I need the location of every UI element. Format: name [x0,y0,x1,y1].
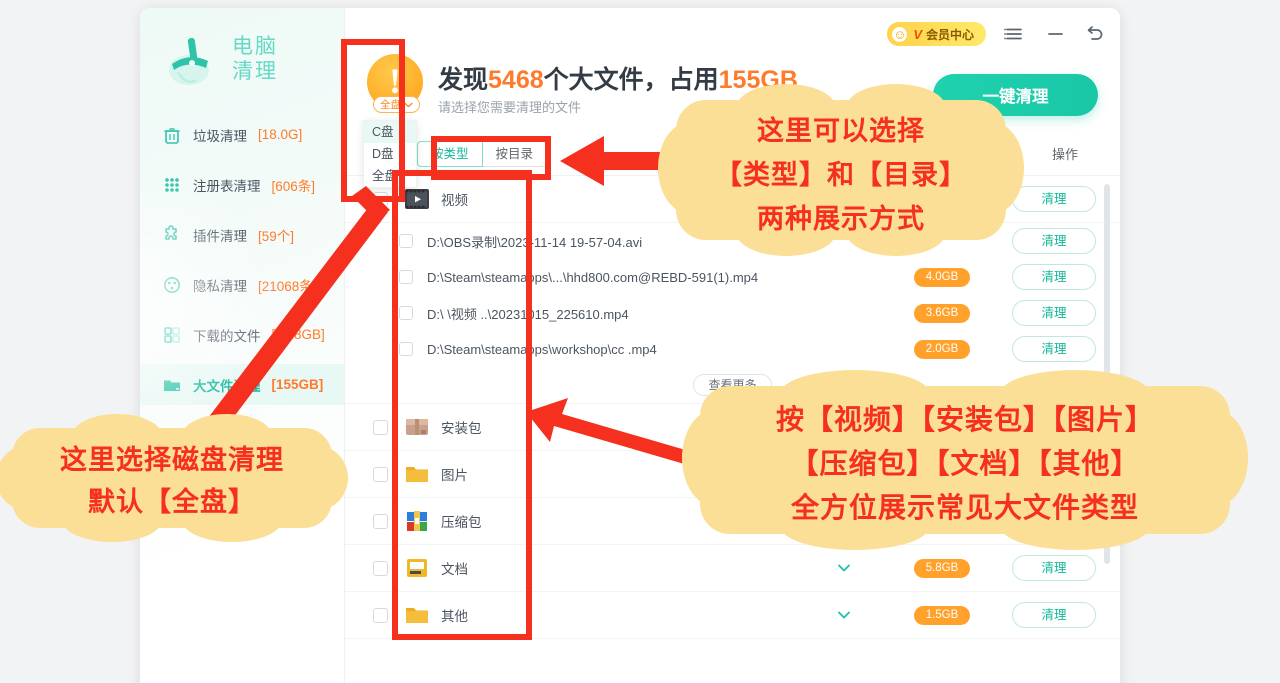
row-clean-button[interactable]: 清理 [1012,602,1096,628]
brand: 电脑 清理 [140,8,344,88]
sidebar-item-label: 垃圾清理 [193,125,247,145]
row-clean-button[interactable]: 清理 [1012,264,1096,290]
sidebar-item-count: [18.0G] [258,127,302,142]
file-size-badge: 2.0GB [914,340,970,359]
row-clean-button[interactable]: 清理 [1012,228,1096,254]
trash-icon [162,125,182,145]
row-checkbox[interactable] [373,608,388,623]
callout-top-line-1: 这里可以选择 [676,110,1006,154]
vip-v-label: V [913,27,922,42]
callout-bottom-line-2: 【压缩包】【文档】【其他】 [700,442,1230,486]
file-size-badge: 4.0GB [914,268,970,287]
undo-icon[interactable] [1084,24,1106,44]
title-prefix: 发现 [438,66,488,94]
file-size-badge: 5.8GB [914,559,970,578]
sidebar-item-junk-clean[interactable]: 垃圾清理 [18.0G] [140,114,344,155]
row-clean-button[interactable]: 清理 [1012,186,1096,212]
list-menu-icon[interactable] [1004,24,1026,44]
callout-disk-selection: 这里选择磁盘清理 默认【全盘】 [12,428,332,528]
callout-left-line-2: 默认【全盘】 [12,482,332,524]
vip-center-label: 会员中心 [926,26,974,43]
brand-line-1: 电脑 [232,34,278,59]
brand-text: 电脑 清理 [232,34,278,84]
titlebar-controls: V 会员中心 [887,22,1106,46]
callout-bottom-line-1: 按【视频】【安装包】【图片】 [700,398,1230,442]
file-size-badge: 1.5GB [914,606,970,625]
chevron-down-icon[interactable] [836,607,852,623]
broom-icon [162,30,224,88]
chevron-down-icon[interactable] [836,560,852,576]
vip-avatar-icon [890,25,909,44]
column-header-action: 操作 [1052,144,1078,163]
row-clean-button[interactable]: 清理 [1012,555,1096,581]
row-checkbox[interactable] [373,467,388,482]
page-subtitle: 请选择您需要清理的文件 [438,97,581,116]
vip-center-button[interactable]: V 会员中心 [887,22,986,46]
row-checkbox[interactable] [373,561,388,576]
screenshot-root: 电脑 清理 垃圾清理[18.0G] 注册表清理[606条] [0,0,1280,683]
brand-line-2: 清理 [232,59,278,84]
row-clean-button[interactable]: 清理 [1012,300,1096,326]
callout-top-line-3: 两种展示方式 [676,198,1006,242]
title-middle: 个大文件，占用 [544,66,719,94]
title-file-count: 5468 [488,66,544,94]
row-checkbox[interactable] [373,514,388,529]
callout-file-types: 按【视频】【安装包】【图片】 【压缩包】【文档】【其他】 全方位展示常见大文件类… [700,386,1230,534]
annotation-arrow-to-sidebar [178,180,393,435]
chevron-down-icon [404,99,413,111]
row-clean-button[interactable]: 清理 [1012,336,1096,362]
page-title: 发现5468个大文件，占用155GB [438,60,798,96]
file-size-badge: 3.6GB [914,304,970,323]
minimize-icon[interactable] [1044,24,1066,44]
callout-top-line-2: 【类型】和【目录】 [676,154,1006,198]
callout-left-line-1: 这里选择磁盘清理 [12,440,332,482]
annotation-rect-category-column [392,170,532,640]
callout-view-mode: 这里可以选择 【类型】和【目录】 两种展示方式 [676,100,1006,240]
callout-bottom-line-3: 全方位展示常见大文件类型 [700,486,1230,530]
